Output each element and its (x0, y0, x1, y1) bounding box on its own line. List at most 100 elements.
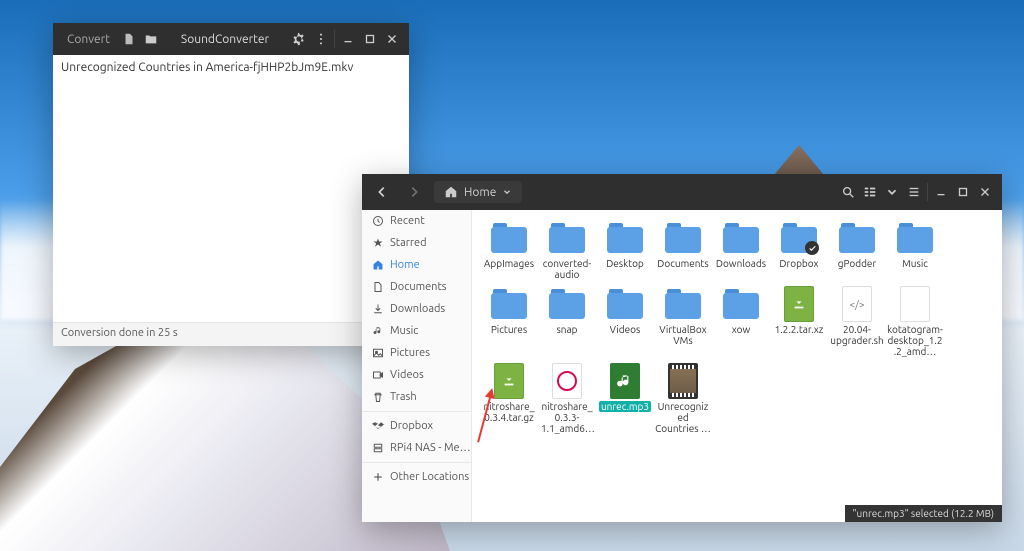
file-item[interactable]: kotatogram-desktop_1.2.2_amd… (886, 286, 944, 357)
file-item[interactable]: Documents (654, 220, 712, 280)
file-grid[interactable]: AppImages converted-audio Desktop Documents… (472, 210, 1002, 522)
file-item[interactable]: converted-audio (538, 220, 596, 280)
video-icon (668, 363, 698, 399)
sidebar-item-pictures[interactable]: Pictures (362, 342, 471, 364)
fm-titlebar[interactable]: Home (362, 174, 1002, 210)
sidebar-item-starred[interactable]: Starred (362, 232, 471, 254)
view-dropdown-icon[interactable] (881, 181, 903, 203)
hamburger-menu-icon[interactable] (903, 181, 925, 203)
folder-icon (607, 289, 643, 319)
file-item[interactable]: Pictures (480, 286, 538, 357)
file-label: Dropbox (779, 258, 818, 269)
breadcrumb-home[interactable]: Home (464, 186, 496, 199)
sc-status-bar: Conversion done in 25 s (53, 322, 409, 346)
file-label: VirtualBox VMs (655, 324, 711, 346)
folder-icon (839, 223, 875, 253)
sidebar-item-home[interactable]: Home (362, 254, 471, 276)
maximize-button[interactable] (359, 28, 381, 50)
sc-file-list[interactable]: Unrecognized Countries in America-fjHHP2… (53, 55, 409, 322)
chevron-down-icon[interactable] (502, 187, 512, 197)
add-folder-icon[interactable] (140, 28, 162, 50)
sidebar-item-nas[interactable]: RPi4 NAS - Me… (362, 437, 471, 459)
file-item[interactable]: snap (538, 286, 596, 357)
file-item[interactable]: Unrecognized Countries … (654, 363, 712, 434)
forward-button[interactable] (400, 178, 428, 206)
file-label: 1.2.2.tar.xz (775, 324, 824, 335)
file-label: converted-audio (539, 258, 595, 280)
minimize-button[interactable] (930, 181, 952, 203)
view-list-icon[interactable] (859, 181, 881, 203)
folder-icon (897, 223, 933, 253)
file-label: kotatogram-desktop_1.2.2_amd… (887, 324, 943, 357)
file-item[interactable]: xow (712, 286, 770, 357)
folder-icon (607, 223, 643, 253)
file-label: Documents (657, 258, 708, 269)
file-item[interactable]: Desktop (596, 220, 654, 280)
maximize-button[interactable] (952, 181, 974, 203)
file-label: xow (732, 324, 751, 335)
file-label: nitroshare_0.3.3-1.1_amd64.deb (539, 401, 595, 434)
folder-icon (665, 289, 701, 319)
file-item[interactable]: AppImages (480, 220, 538, 280)
file-label: unrec.mp3 (599, 401, 651, 412)
folder-icon (549, 223, 585, 253)
file-label: Desktop (606, 258, 644, 269)
file-item[interactable]: VirtualBox VMs (654, 286, 712, 357)
folder-icon (723, 223, 759, 253)
sidebar-item-dropbox[interactable]: Dropbox (362, 415, 471, 437)
back-button[interactable] (368, 178, 396, 206)
folder-icon (549, 289, 585, 319)
soundconverter-window: Convert SoundConverter Unrecognized Coun… (53, 23, 409, 346)
breadcrumb[interactable]: Home (434, 181, 522, 203)
sidebar-item-downloads[interactable]: Downloads (362, 298, 471, 320)
file-label: gPodder (838, 258, 876, 269)
file-item[interactable]: 1.2.2.tar.xz (770, 286, 828, 357)
file-label: nitroshare_0.3.4.tar.gz (481, 401, 537, 423)
file-item[interactable]: Dropbox (770, 220, 828, 280)
sc-title: SoundConverter (162, 33, 288, 46)
folder-icon (491, 289, 527, 319)
sc-titlebar[interactable]: Convert SoundConverter (53, 23, 409, 55)
audio-icon (610, 363, 640, 399)
add-file-icon[interactable] (118, 28, 140, 50)
script-icon (842, 286, 872, 322)
menu-icon[interactable] (310, 28, 332, 50)
home-icon (444, 185, 458, 199)
file-item[interactable]: nitroshare_0.3.4.tar.gz (480, 363, 538, 434)
file-label: Videos (610, 324, 641, 335)
file-label: Downloads (716, 258, 766, 269)
sidebar-item-trash[interactable]: Trash (362, 386, 471, 408)
minimize-button[interactable] (337, 28, 359, 50)
file-label: Pictures (491, 324, 527, 335)
folder-icon (781, 223, 817, 253)
file-icon (900, 286, 930, 322)
file-item[interactable]: Videos (596, 286, 654, 357)
sidebar-item-documents[interactable]: Documents (362, 276, 471, 298)
file-label: snap (556, 324, 577, 335)
sidebar-item-music[interactable]: Music (362, 320, 471, 342)
close-button[interactable] (381, 28, 403, 50)
files-window: Home Recent Starred Home Documents Downl… (362, 174, 1002, 522)
sidebar-item-videos[interactable]: Videos (362, 364, 471, 386)
file-item[interactable]: Music (886, 220, 944, 280)
convert-button[interactable]: Convert (59, 33, 118, 46)
sidebar-item-recent[interactable]: Recent (362, 210, 471, 232)
settings-icon[interactable] (288, 28, 310, 50)
close-button[interactable] (974, 181, 996, 203)
file-item[interactable]: unrec.mp3 (596, 363, 654, 434)
sidebar-item-other-locations[interactable]: Other Locations (362, 466, 471, 488)
sc-file-row[interactable]: Unrecognized Countries in America-fjHHP2… (61, 61, 401, 74)
archive-icon (784, 286, 814, 322)
sidebar: Recent Starred Home Documents Downloads … (362, 210, 472, 522)
folder-icon (665, 223, 701, 253)
file-label: 20.04-upgrader.sh (829, 324, 885, 346)
archive-icon (494, 363, 524, 399)
search-icon[interactable] (837, 181, 859, 203)
file-label: AppImages (484, 258, 534, 269)
file-item[interactable]: Downloads (712, 220, 770, 280)
file-item[interactable]: nitroshare_0.3.3-1.1_amd64.deb (538, 363, 596, 434)
file-item[interactable]: gPodder (828, 220, 886, 280)
file-label: Music (902, 258, 928, 269)
file-item[interactable]: 20.04-upgrader.sh (828, 286, 886, 357)
folder-icon (723, 289, 759, 319)
